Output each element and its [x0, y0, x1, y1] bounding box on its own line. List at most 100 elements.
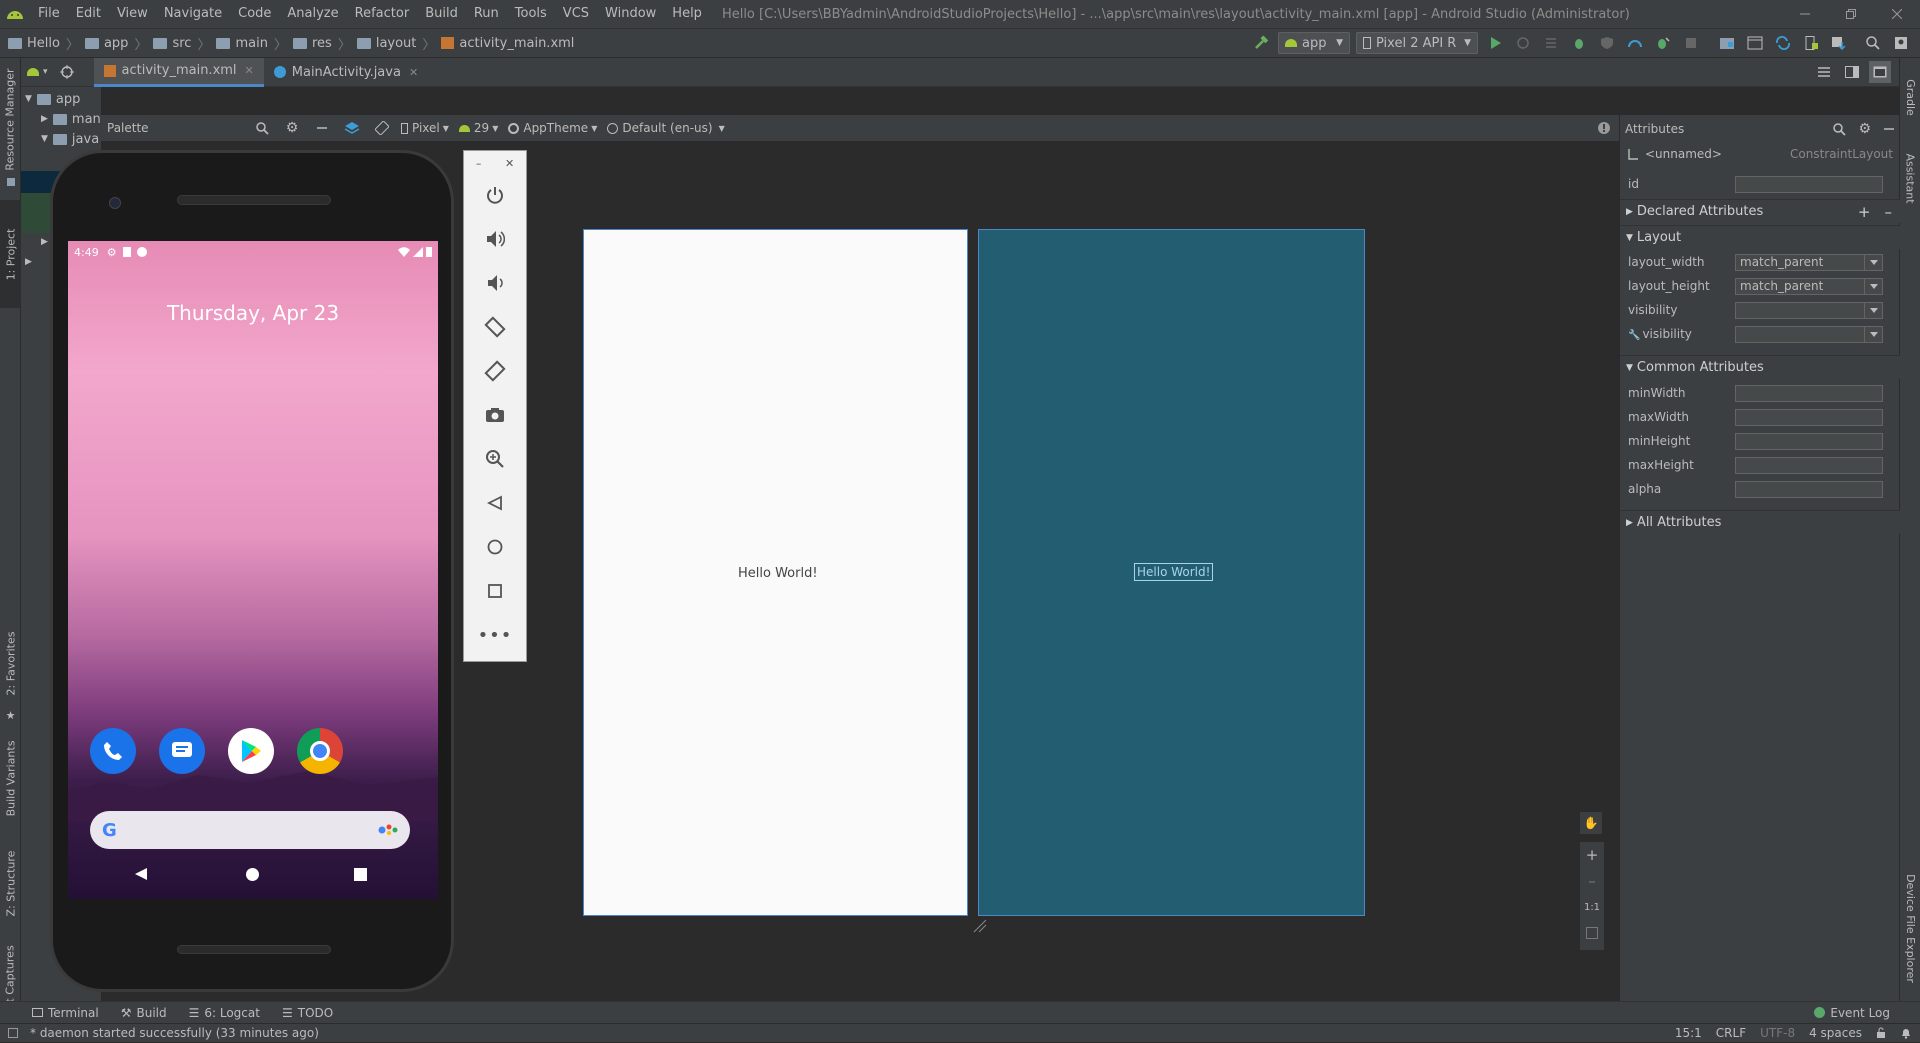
hello-world-textview[interactable]: Hello World!: [738, 566, 818, 581]
app-phone-icon[interactable]: [90, 728, 136, 774]
palette-hide-button[interactable]: [311, 117, 333, 139]
breadcrumb-item-main[interactable]: main 〉: [216, 34, 293, 53]
caret-position[interactable]: 15:1: [1675, 1026, 1702, 1040]
minimize-button[interactable]: [1782, 0, 1828, 28]
visibility-dropdown[interactable]: [1735, 301, 1883, 319]
search-icon[interactable]: [1833, 122, 1847, 136]
tool-tab-event-log[interactable]: Event Log: [1814, 1006, 1890, 1020]
nav-home-button[interactable]: [246, 868, 259, 881]
menu-edit[interactable]: Edit: [68, 0, 109, 28]
app-play-store-icon[interactable]: [228, 728, 274, 774]
status-message[interactable]: * daemon started successfully (33 minute…: [30, 1026, 319, 1040]
code-view-button[interactable]: [1813, 61, 1835, 83]
resize-handle-icon[interactable]: [972, 918, 988, 934]
tool-tab-assistant[interactable]: Assistant: [1900, 138, 1920, 218]
device-dropdown[interactable]: Pixel 2 API R ▼: [1356, 32, 1478, 54]
id-input[interactable]: [1735, 175, 1883, 193]
theme-dropdown[interactable]: AppTheme ▼: [508, 121, 597, 135]
tool-tab-build[interactable]: ⚒ Build: [121, 1006, 167, 1020]
avd-manager-button[interactable]: [1800, 32, 1822, 54]
tools-visibility-dropdown[interactable]: [1735, 325, 1883, 343]
menu-tools[interactable]: Tools: [507, 0, 555, 28]
locale-dropdown[interactable]: Default (en-us) ▼: [607, 121, 725, 135]
lockscreen-date[interactable]: Thursday, Apr 23: [68, 301, 438, 325]
maxwidth-input[interactable]: [1735, 408, 1883, 426]
tool-tab-todo[interactable]: ☰ TODO: [282, 1006, 333, 1020]
gear-icon[interactable]: ⚙: [1858, 121, 1871, 137]
attach-debugger-button[interactable]: [1652, 32, 1674, 54]
extended-controls-button[interactable]: •••: [464, 617, 526, 653]
section-all-attributes[interactable]: ▶ All Attributes: [1620, 510, 1900, 534]
nav-recents-button[interactable]: [354, 868, 367, 881]
app-messages-icon[interactable]: [159, 728, 205, 774]
emulator-screen[interactable]: 4:49 ⚙ Thursday, Apr 23 G: [68, 241, 438, 899]
sdk-manager-button[interactable]: [1828, 32, 1850, 54]
tool-tab-device-file-explorer[interactable]: Device File Explorer: [1900, 858, 1920, 998]
alpha-input[interactable]: [1735, 480, 1883, 498]
menu-refactor[interactable]: Refactor: [347, 0, 418, 28]
minimize-icon[interactable]: –: [476, 157, 482, 170]
breadcrumb-item-app[interactable]: app 〉: [84, 34, 154, 53]
breadcrumb-item-hello[interactable]: Hello 〉: [8, 34, 85, 53]
build-hammer-button[interactable]: [1250, 32, 1272, 54]
account-button[interactable]: [1890, 32, 1912, 54]
collapse-arrow-icon[interactable]: ▶: [41, 237, 48, 247]
section-layout[interactable]: ▼ Layout: [1620, 225, 1900, 249]
api-level-dropdown[interactable]: 29 ▼: [458, 121, 498, 135]
profile-button[interactable]: [1624, 32, 1646, 54]
section-declared-attributes[interactable]: ▶ Declared Attributes + –: [1620, 199, 1900, 223]
close-window-button[interactable]: [1874, 0, 1920, 28]
tool-tab-logcat[interactable]: ☰ 6: Logcat: [189, 1006, 260, 1020]
lock-icon[interactable]: [1876, 1027, 1886, 1039]
tree-node-manifests[interactable]: ▶ man: [41, 109, 101, 129]
palette-settings-button[interactable]: ⚙: [281, 117, 303, 139]
locate-button[interactable]: [54, 58, 80, 87]
debug-button[interactable]: [1568, 32, 1590, 54]
close-icon[interactable]: ✕: [505, 157, 514, 170]
back-button[interactable]: [464, 485, 526, 521]
volume-up-button[interactable]: [464, 221, 526, 257]
design-preview-surface[interactable]: Hello World!: [583, 229, 968, 916]
zoom-button[interactable]: [464, 441, 526, 477]
palette-search-button[interactable]: [251, 117, 273, 139]
menu-view[interactable]: View: [109, 0, 156, 28]
tab-activity-main[interactable]: activity_main.xml ✕: [93, 57, 264, 87]
power-button[interactable]: [464, 177, 526, 213]
breadcrumb-item-layout[interactable]: layout 〉: [356, 34, 442, 53]
tool-tab-build-variants[interactable]: Build Variants: [0, 728, 21, 828]
search-everywhere-button[interactable]: [1862, 32, 1884, 54]
breadcrumb-item-res[interactable]: res 〉: [292, 34, 357, 53]
tree-node-java[interactable]: ▼ java: [41, 129, 99, 149]
zoom-actual-button[interactable]: 1:1: [1581, 896, 1603, 918]
tool-tab-project[interactable]: 1: Project: [0, 200, 21, 308]
menu-vcs[interactable]: VCS: [555, 0, 597, 28]
tool-tab-terminal[interactable]: Terminal: [32, 1006, 99, 1020]
split-view-button[interactable]: [1841, 61, 1863, 83]
close-tab-icon[interactable]: ✕: [409, 66, 418, 79]
blueprint-surface[interactable]: Hello World!: [978, 229, 1365, 916]
minus-icon[interactable]: –: [1885, 203, 1893, 221]
layout-height-dropdown[interactable]: match_parent: [1735, 277, 1883, 295]
overview-button[interactable]: [464, 573, 526, 609]
layout-button[interactable]: [1744, 32, 1766, 54]
coverage-button[interactable]: [1596, 32, 1618, 54]
restore-button[interactable]: [1828, 0, 1874, 28]
zoom-out-button[interactable]: –: [1581, 870, 1603, 892]
collapse-arrow-icon[interactable]: ▶: [25, 257, 32, 267]
pan-button[interactable]: ✋: [1580, 812, 1602, 834]
tool-tab-resource-manager[interactable]: Resource Manager: [0, 64, 21, 174]
menu-build[interactable]: Build: [417, 0, 466, 28]
minus-icon[interactable]: [1883, 123, 1895, 135]
volume-down-button[interactable]: [464, 265, 526, 301]
orientation-button[interactable]: [371, 117, 393, 139]
notifications-icon[interactable]: [1900, 1027, 1912, 1039]
design-surface-button[interactable]: [341, 117, 363, 139]
apply-changes-button[interactable]: [1512, 32, 1534, 54]
close-tab-icon[interactable]: ✕: [245, 64, 254, 77]
nav-back-button[interactable]: [134, 867, 148, 881]
menu-run[interactable]: Run: [466, 0, 507, 28]
device-preview-dropdown[interactable]: Pixel ▼: [401, 121, 449, 135]
section-common-attributes[interactable]: ▼ Common Attributes: [1620, 355, 1900, 379]
tab-main-activity[interactable]: MainActivity.java ✕: [264, 58, 428, 87]
project-structure-button[interactable]: [1716, 32, 1738, 54]
